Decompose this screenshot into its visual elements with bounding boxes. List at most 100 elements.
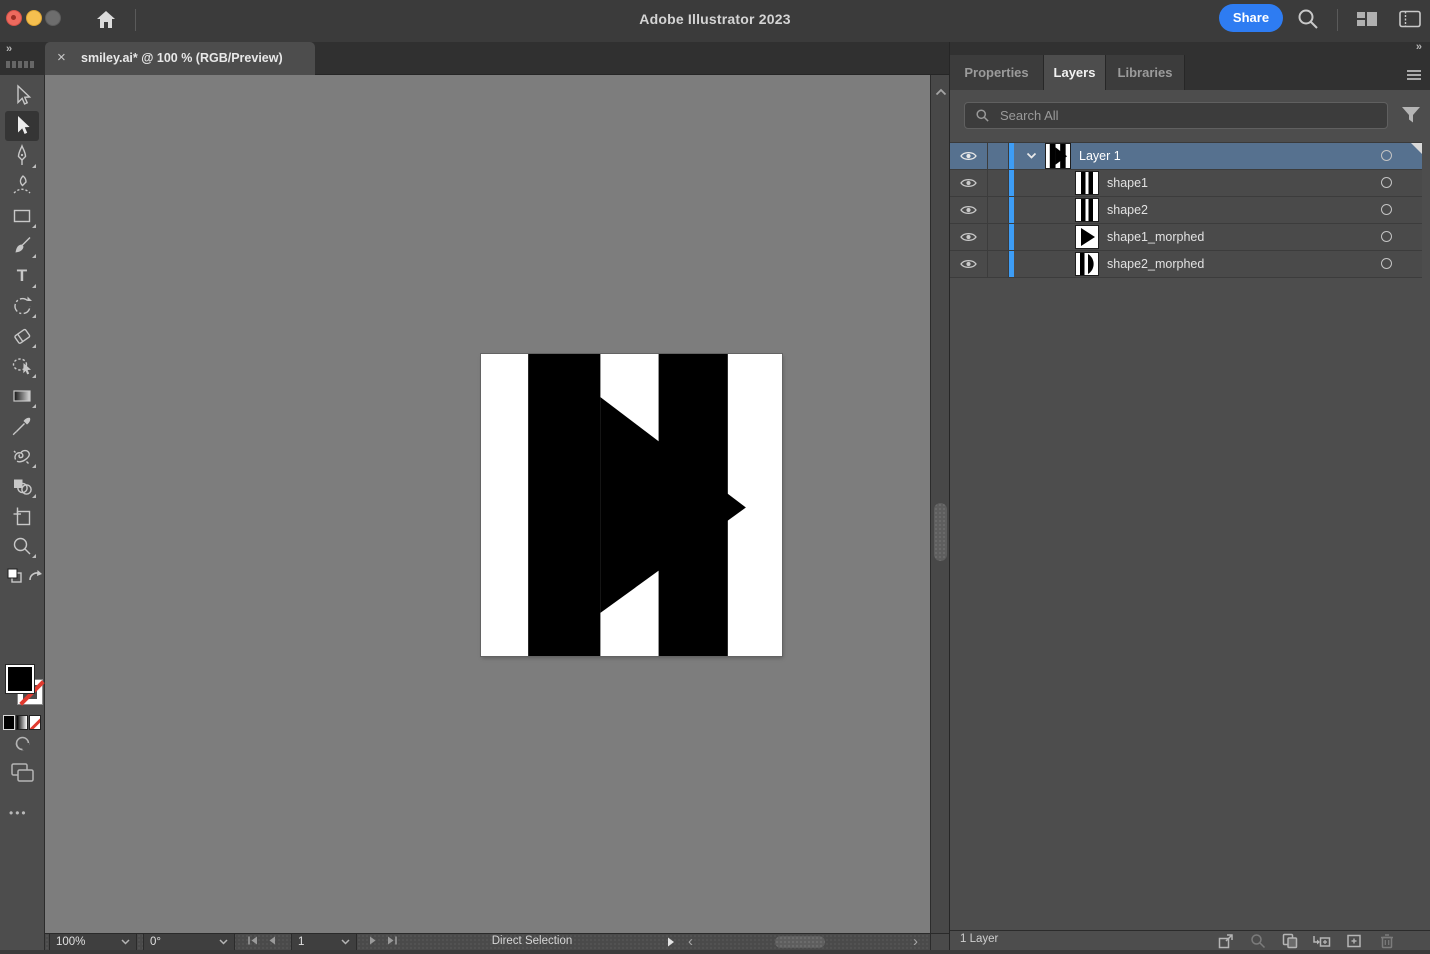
rotation-select[interactable]: 0°: [143, 934, 235, 950]
visibility-toggle[interactable]: [950, 170, 988, 196]
document-tab[interactable]: × smiley.ai* @ 100 % (RGB/Preview): [45, 42, 315, 75]
target-circle[interactable]: [1381, 150, 1392, 161]
gradient-tool[interactable]: [5, 381, 39, 411]
first-artboard-icon[interactable]: [247, 936, 258, 948]
default-fill-stroke-icon[interactable]: [7, 568, 23, 589]
layer-color-bar: [1009, 224, 1014, 250]
search-icon[interactable]: [1296, 7, 1320, 31]
lock-toggle[interactable]: [988, 251, 1009, 277]
type-tool[interactable]: T: [5, 261, 39, 291]
curvature-tool[interactable]: [5, 171, 39, 201]
layer-row-shape1-morphed[interactable]: shape1_morphed: [950, 224, 1422, 251]
zoom-tool[interactable]: [5, 531, 39, 561]
filter-icon[interactable]: [1401, 106, 1421, 126]
horizontal-scroll-thumb[interactable]: [775, 936, 825, 948]
share-button[interactable]: Share: [1219, 4, 1283, 32]
fill-color-swatch[interactable]: [6, 665, 34, 693]
toolbar: T •••: [0, 75, 45, 950]
direct-selection-tool[interactable]: [5, 111, 39, 141]
artboard-number-select[interactable]: 1: [291, 934, 357, 950]
tab-properties[interactable]: Properties: [950, 55, 1044, 90]
target-circle[interactable]: [1381, 258, 1392, 269]
artwork: [481, 354, 782, 656]
paintbrush-tool[interactable]: [5, 231, 39, 261]
new-sublayer-icon[interactable]: [1312, 933, 1330, 948]
rectangle-tool[interactable]: [5, 201, 39, 231]
lock-toggle[interactable]: [988, 143, 1009, 169]
search-icon: [975, 108, 990, 123]
lock-toggle[interactable]: [988, 224, 1009, 250]
layer-row-layer1[interactable]: Layer 1: [950, 143, 1422, 170]
lock-toggle[interactable]: [988, 170, 1009, 196]
swap-fill-stroke-icon[interactable]: [28, 569, 43, 588]
artboard[interactable]: [481, 354, 782, 656]
layer-name[interactable]: Layer 1: [1079, 149, 1121, 163]
scroll-right-icon[interactable]: ›: [913, 933, 918, 950]
status-expand-icon[interactable]: [667, 937, 675, 950]
vertical-scroll-thumb[interactable]: [934, 503, 947, 561]
pen-tool[interactable]: [5, 141, 39, 171]
collect-for-export-icon[interactable]: [1218, 933, 1236, 948]
collapse-panels-icon[interactable]: »: [1416, 41, 1422, 53]
delete-selection-icon[interactable]: [1379, 933, 1397, 948]
layer-thumbnail[interactable]: [1076, 226, 1098, 248]
workspace-switcher-icon[interactable]: [1355, 9, 1379, 29]
selection-tool[interactable]: [5, 81, 39, 111]
layer-row-shape2[interactable]: shape2: [950, 197, 1422, 224]
screen-mode-icon[interactable]: [11, 763, 35, 788]
previous-artboard-icon[interactable]: [268, 936, 276, 948]
layer-thumbnail[interactable]: [1076, 172, 1098, 194]
artboard-tool[interactable]: [5, 501, 39, 531]
vertical-scrollbar[interactable]: [930, 75, 950, 933]
tab-libraries[interactable]: Libraries: [1106, 55, 1185, 90]
scroll-up-icon[interactable]: [935, 83, 947, 101]
layer-thumbnail[interactable]: [1076, 253, 1098, 275]
layer-row-shape2-morphed[interactable]: shape2_morphed: [950, 251, 1422, 278]
chevron-down-icon[interactable]: [1026, 152, 1038, 160]
toolbar-collapse-icon[interactable]: »: [6, 43, 12, 55]
layers-search-field[interactable]: [964, 102, 1388, 129]
layer-name[interactable]: shape2_morphed: [1107, 257, 1204, 271]
color-button[interactable]: [3, 715, 15, 730]
rotation-value: 0°: [150, 936, 161, 948]
layer-name[interactable]: shape1_morphed: [1107, 230, 1204, 244]
locate-object-icon[interactable]: [1250, 933, 1268, 948]
eraser-tool[interactable]: [5, 321, 39, 351]
edit-toolbar-icon[interactable]: •••: [9, 806, 28, 820]
drawing-modes-icon[interactable]: [14, 735, 31, 757]
visibility-toggle[interactable]: [950, 224, 988, 250]
gradient-button[interactable]: [16, 715, 28, 730]
visibility-toggle[interactable]: [950, 251, 988, 277]
layer-row-shape1[interactable]: shape1: [950, 170, 1422, 197]
shape-builder-tool[interactable]: [5, 471, 39, 501]
last-artboard-icon[interactable]: [387, 936, 398, 948]
new-layer-icon[interactable]: [1346, 933, 1364, 948]
layer-thumbnail[interactable]: [1046, 144, 1070, 168]
layer-name[interactable]: shape2: [1107, 203, 1148, 217]
tab-layers[interactable]: Layers: [1044, 55, 1106, 90]
toolbar-grip[interactable]: [6, 61, 34, 68]
search-input[interactable]: [998, 107, 1387, 124]
rotate-tool[interactable]: [5, 291, 39, 321]
visibility-toggle[interactable]: [950, 197, 988, 223]
shaper-tool[interactable]: [5, 351, 39, 381]
next-artboard-icon[interactable]: [369, 936, 377, 948]
canvas[interactable]: [45, 75, 930, 933]
target-circle[interactable]: [1381, 231, 1392, 242]
target-circle[interactable]: [1381, 177, 1392, 188]
zoom-level-select[interactable]: 100%: [49, 934, 137, 950]
eyedropper-tool[interactable]: [5, 411, 39, 441]
panel-toggle-icon[interactable]: [1398, 9, 1422, 29]
layer-thumbnail[interactable]: [1076, 199, 1098, 221]
lock-toggle[interactable]: [988, 197, 1009, 223]
close-icon[interactable]: ×: [57, 50, 66, 66]
target-circle[interactable]: [1381, 204, 1392, 215]
none-button[interactable]: [29, 715, 41, 730]
visibility-toggle[interactable]: [950, 143, 988, 169]
panel-menu-icon[interactable]: [1406, 68, 1422, 86]
layer-name[interactable]: shape1: [1107, 176, 1148, 190]
make-clipping-mask-icon[interactable]: [1282, 933, 1300, 948]
scroll-left-icon[interactable]: ‹: [688, 933, 693, 950]
puppet-warp-tool[interactable]: [5, 441, 39, 471]
titlebar-divider: [1337, 9, 1338, 31]
